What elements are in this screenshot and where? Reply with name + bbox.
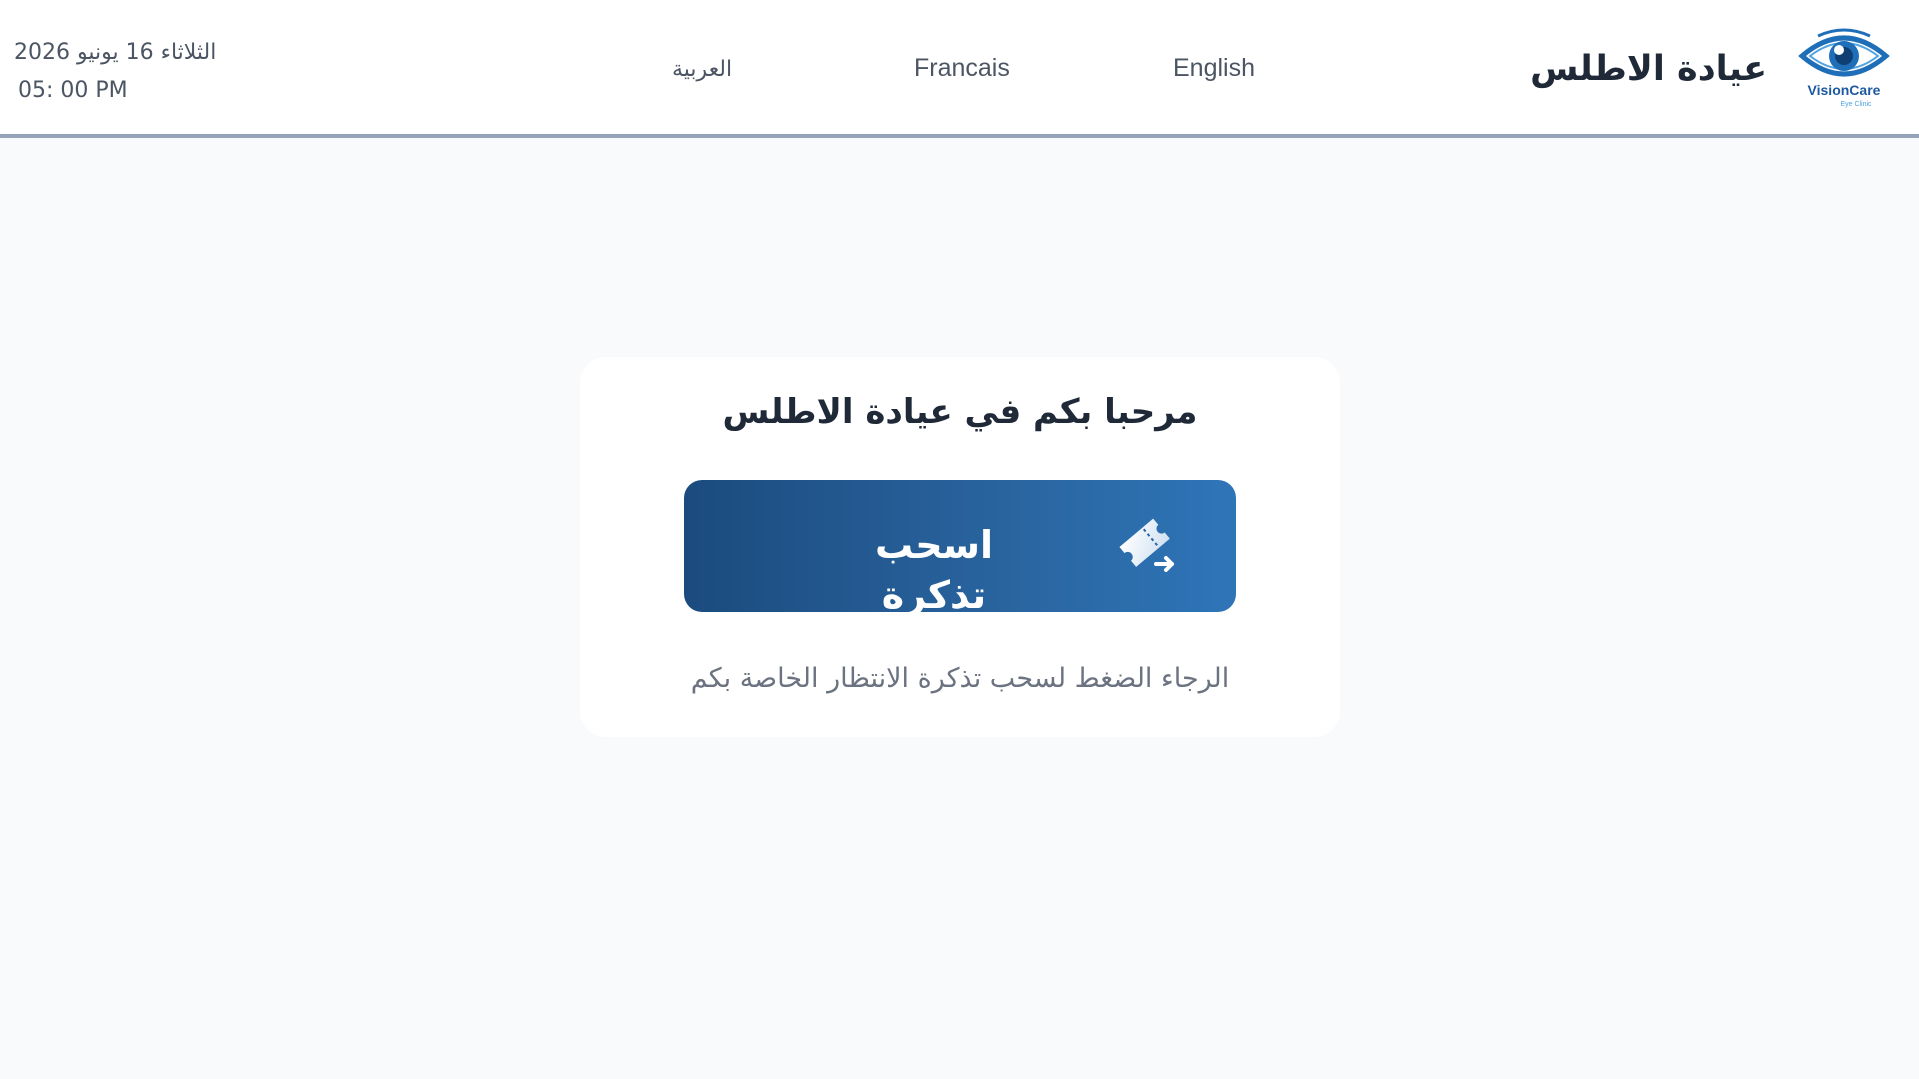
current-date: الثلاثاء 16 يونيو 2026: [14, 40, 217, 65]
clinic-name: عيادة الاطلس: [1530, 49, 1767, 89]
language-english-link[interactable]: English: [1173, 52, 1255, 84]
welcome-card: مرحبا بكم في عيادة الاطلس اسحب تذكرة الر…: [580, 357, 1340, 737]
datetime-display: الثلاثاء 16 يونيو 2026 05: 00 PM: [14, 34, 216, 110]
language-arabic-link[interactable]: العربية: [672, 54, 732, 86]
instruction-text: الرجاء الضغط لسحب تذكرة الانتظار الخاصة …: [690, 663, 1230, 694]
language-french-link[interactable]: Francais: [914, 52, 1010, 84]
logo-tagline-text: Eye Clinic: [1840, 101, 1872, 108]
header: الثلاثاء 16 يونيو 2026 05: 00 PM العربية…: [0, 0, 1919, 138]
take-ticket-label: اسحب تذكرة: [874, 523, 993, 617]
clinic-logo: VisionCare Eye Clinic: [1798, 28, 1890, 108]
ticket-icon: [1119, 518, 1174, 572]
welcome-heading: مرحبا بكم في عيادة الاطلس: [722, 392, 1198, 432]
logo-brand-text: VisionCare: [1808, 82, 1881, 98]
take-ticket-button[interactable]: اسحب تذكرة: [684, 480, 1236, 617]
current-time: 05: 00 PM: [18, 78, 128, 103]
eye-icon: [1798, 28, 1890, 77]
